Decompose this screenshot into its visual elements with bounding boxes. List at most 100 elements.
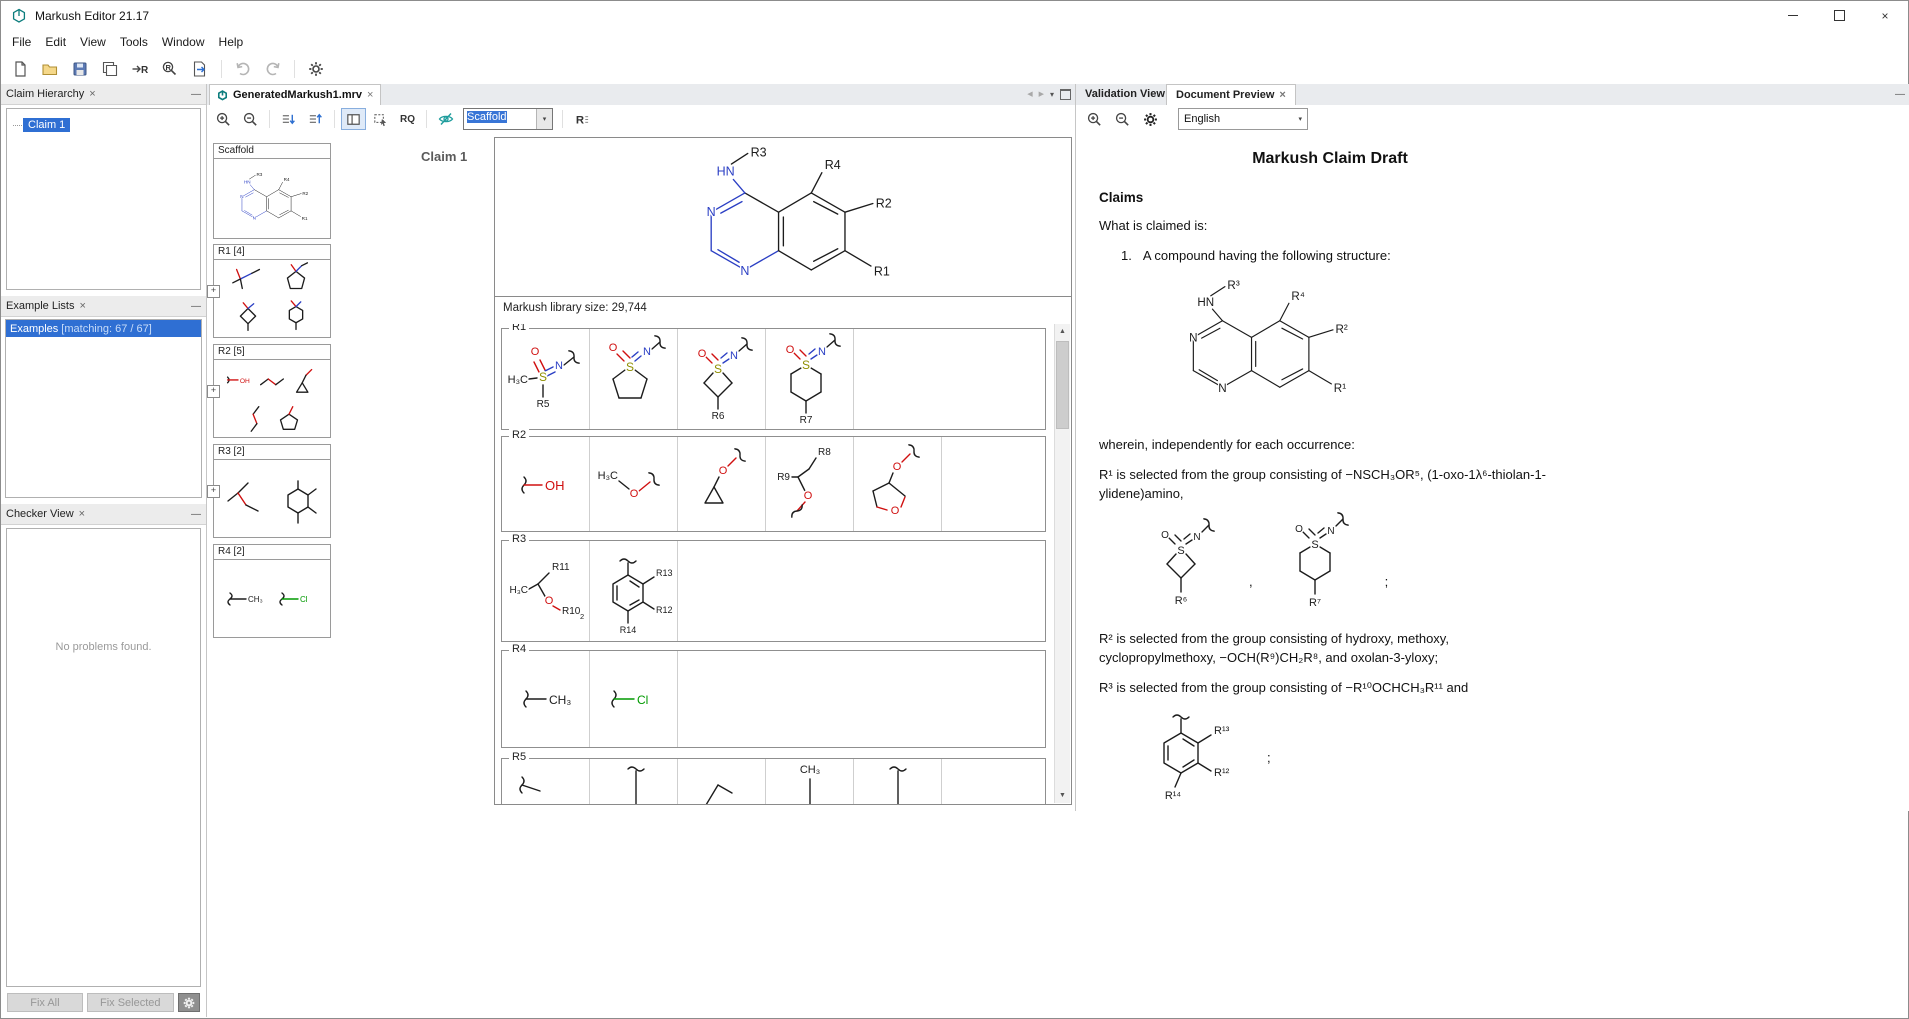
close-icon[interactable]: × [79, 508, 85, 520]
r5-structure-2[interactable] [590, 759, 678, 804]
r5-structure-5[interactable] [854, 759, 942, 804]
expand-r3-button[interactable]: + [207, 485, 220, 498]
markush-canvas[interactable]: HN N N R3 R4 R2 R1 Markush library size:… [494, 137, 1072, 805]
menu-edit[interactable]: Edit [38, 33, 73, 51]
sort-ascending-button[interactable] [303, 108, 328, 130]
minimize-icon[interactable]: — [191, 89, 201, 100]
r5-structure-3[interactable] [678, 759, 766, 804]
r4-structure-1[interactable]: CH₃ [502, 651, 590, 747]
rgroup-scroll-area[interactable]: R1 H₃C [495, 324, 1055, 804]
undo-button[interactable] [230, 57, 256, 81]
strip-r2-box[interactable]: R2 [5] OH [213, 344, 331, 438]
minimize-icon[interactable]: — [191, 301, 201, 312]
zoom-in-button[interactable] [1082, 108, 1107, 130]
expand-r1-button[interactable]: + [207, 285, 220, 298]
selection-view-button[interactable] [368, 108, 393, 130]
minimize-button[interactable] [1770, 1, 1816, 30]
settings-button[interactable] [303, 57, 329, 81]
close-icon[interactable]: × [79, 300, 85, 312]
convert-to-rgroup-button[interactable]: R [127, 57, 153, 81]
r2-structure-1[interactable]: OH [502, 437, 590, 531]
strip-r1-box[interactable]: R1 [4] [213, 244, 331, 338]
menu-window[interactable]: Window [155, 33, 212, 51]
checker-settings-button[interactable] [178, 993, 200, 1012]
tree-item-claim-1[interactable]: Claim 1 [13, 118, 200, 132]
svg-text:R¹²: R¹² [1214, 767, 1230, 779]
export-structure-button[interactable] [187, 57, 213, 81]
save-all-button[interactable] [97, 57, 123, 81]
strip-scaffold-box[interactable]: Scaffold [213, 143, 331, 239]
svg-text:O: O [892, 461, 901, 473]
open-button[interactable] [37, 57, 63, 81]
zoom-in-button[interactable] [211, 108, 236, 130]
menu-file[interactable]: File [5, 33, 38, 51]
strip-r3-box[interactable]: R3 [2] [213, 444, 331, 538]
doc-comma: , [1249, 573, 1253, 592]
menu-help[interactable]: Help [212, 33, 251, 51]
strip-r3-title: R3 [2] [214, 445, 330, 460]
rq-search-button[interactable]: RQ [395, 108, 420, 130]
minimize-icon[interactable]: — [1895, 89, 1905, 100]
fix-all-button[interactable]: Fix All [7, 993, 83, 1012]
redo-button[interactable] [260, 57, 286, 81]
tab-document-preview[interactable]: Document Preview × [1166, 84, 1296, 105]
new-document-button[interactable] [7, 57, 33, 81]
combo-dropdown-icon[interactable]: ▾ [536, 109, 552, 129]
close-icon[interactable]: × [89, 88, 95, 100]
maximize-button[interactable] [1816, 1, 1862, 30]
eye-slash-icon [437, 110, 455, 128]
zoom-out-button[interactable] [1110, 108, 1135, 130]
document-preview-page[interactable]: Markush Claim Draft Claims What is claim… [1076, 133, 1909, 811]
preview-settings-button[interactable] [1138, 108, 1163, 130]
r1-structure-1[interactable]: H₃C S O N R5 [502, 329, 590, 429]
r2-structure-5[interactable]: O O [854, 437, 942, 531]
table-view-button[interactable] [341, 108, 366, 130]
menu-tools[interactable]: Tools [113, 33, 155, 51]
examples-list-item[interactable]: Examples [matching: 67 / 67] [6, 320, 201, 337]
scaffold-combo[interactable]: Scaffold ▾ [463, 108, 553, 130]
chevron-left-icon[interactable]: ◀ [1027, 90, 1032, 98]
sort-descending-button[interactable] [276, 108, 301, 130]
scroll-up-icon[interactable]: ▲ [1055, 324, 1070, 339]
expand-r2-button[interactable]: + [207, 385, 220, 398]
tab-close-icon[interactable]: × [367, 89, 373, 101]
close-button[interactable]: × [1862, 1, 1908, 30]
r2-structure-4[interactable]: R8 R9 O [766, 437, 854, 531]
r1-thumb-3 [224, 299, 272, 337]
r4-structure-2[interactable]: Cl [590, 651, 678, 747]
tab-generatedmarkush1[interactable]: GeneratedMarkush1.mrv × [209, 84, 381, 105]
fix-selected-button[interactable]: Fix Selected [87, 993, 174, 1012]
minimize-icon[interactable]: — [191, 509, 201, 520]
r1-structure-3[interactable]: S O N R6 [678, 329, 766, 429]
r2-structure-3[interactable]: O [678, 437, 766, 531]
r3-structure-1[interactable]: H₃C R11 O R10 2 [502, 541, 590, 641]
r5-structure-1[interactable] [502, 759, 590, 804]
float-view-icon[interactable] [1060, 89, 1071, 100]
rgroup-search-button[interactable]: R [157, 57, 183, 81]
r3-structure-2[interactable]: R13 R12 R14 [590, 541, 678, 641]
rgroup-logic-button[interactable]: R [569, 108, 594, 130]
canvas-vertical-scrollbar[interactable]: ▲ ▼ [1054, 324, 1070, 803]
svg-text:O: O [629, 488, 638, 500]
r5-structure-4[interactable]: CH₃ [766, 759, 854, 804]
scroll-down-icon[interactable]: ▼ [1055, 788, 1070, 803]
close-icon: × [1881, 9, 1888, 23]
zoom-out-button[interactable] [238, 108, 263, 130]
r1-structure-4[interactable]: S O N R7 [766, 329, 854, 429]
r1-structure-2[interactable]: S O N [590, 329, 678, 429]
tab-validation-view[interactable]: Validation View [1076, 84, 1175, 104]
tab-close-icon[interactable]: × [1279, 89, 1285, 101]
language-select[interactable]: English ▾ [1178, 108, 1308, 130]
tab-list-dropdown-icon[interactable]: ▾ [1050, 90, 1054, 99]
claim-number: 1. [1121, 247, 1132, 266]
save-button[interactable] [67, 57, 93, 81]
markush-editor-region: GeneratedMarkush1.mrv × ◀ ▶ ▾ [207, 84, 1075, 811]
r2-structure-2[interactable]: H₃C O [590, 437, 678, 531]
strip-r4-box[interactable]: R4 [2] CH₃ Cl [213, 544, 331, 638]
chevron-right-icon[interactable]: ▶ [1039, 90, 1044, 98]
scaffold-zone[interactable]: HN N N R3 R4 R2 R1 [495, 138, 1071, 297]
visibility-toggle-button[interactable] [433, 108, 458, 130]
menu-view[interactable]: View [73, 33, 113, 51]
structure-thiolane-sulfoximine: S O N [590, 331, 678, 427]
scrollbar-thumb[interactable] [1056, 341, 1069, 429]
